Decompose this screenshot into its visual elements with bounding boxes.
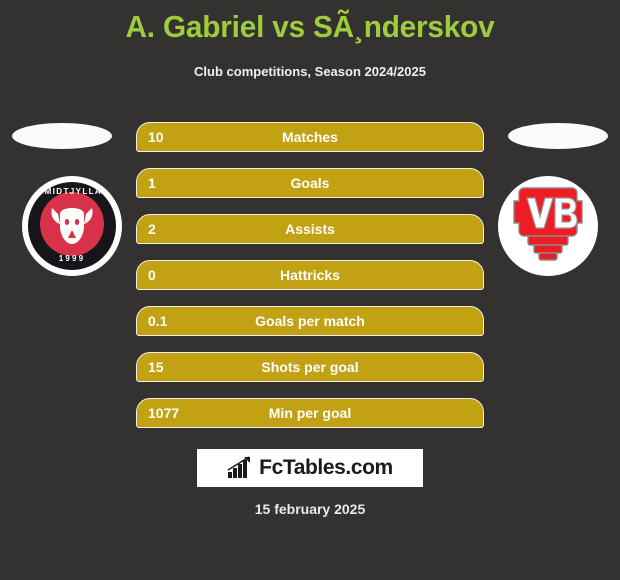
- vejle-boldklub-crest-icon: [513, 187, 583, 261]
- stat-label: Shots per goal: [261, 359, 359, 375]
- stat-row[interactable]: 0 Hattricks: [136, 260, 486, 292]
- stats-list: 10 Matches 1 Goals 2 Assists 0 Hattricks…: [136, 122, 486, 444]
- stat-label: Goals per match: [255, 313, 365, 329]
- left-badge-disc: FC MIDTJYLLAND 1999: [22, 176, 122, 276]
- stat-row[interactable]: 15 Shots per goal: [136, 352, 486, 384]
- right-badge-ellipse: [508, 123, 608, 149]
- stat-row[interactable]: 2 Assists: [136, 214, 486, 246]
- stat-row[interactable]: 1077 Min per goal: [136, 398, 486, 430]
- stat-label: Matches: [281, 129, 339, 145]
- right-badge-disc: [498, 176, 598, 276]
- brand-name: FcTables.com: [259, 456, 393, 479]
- left-crest-club-text: FC MIDTJYLLAND: [27, 187, 117, 196]
- left-badge-ellipse: [12, 123, 112, 149]
- stat-row[interactable]: 0.1 Goals per match: [136, 306, 486, 338]
- right-team-badge[interactable]: [498, 176, 598, 276]
- left-crest-year-text: 1999: [58, 254, 86, 263]
- left-team-badge[interactable]: FC MIDTJYLLAND 1999: [22, 176, 122, 276]
- stat-label: Assists: [285, 221, 335, 237]
- stat-label: Min per goal: [268, 405, 352, 421]
- bull-head-icon: [51, 208, 93, 244]
- date-label: 15 february 2025: [254, 501, 366, 517]
- stat-row[interactable]: 10 Matches: [136, 122, 486, 154]
- bar-chart-growth-icon: [227, 456, 251, 478]
- stat-label: Goals: [290, 175, 330, 191]
- stat-label: Hattricks: [280, 267, 340, 283]
- stat-row[interactable]: 1 Goals: [136, 168, 486, 200]
- page-subtitle: Club competitions, Season 2024/2025: [194, 64, 426, 79]
- page-title: A. Gabriel vs SÃ¸nderskov: [125, 9, 495, 44]
- fctables-brand-logo[interactable]: FcTables.com: [197, 449, 423, 487]
